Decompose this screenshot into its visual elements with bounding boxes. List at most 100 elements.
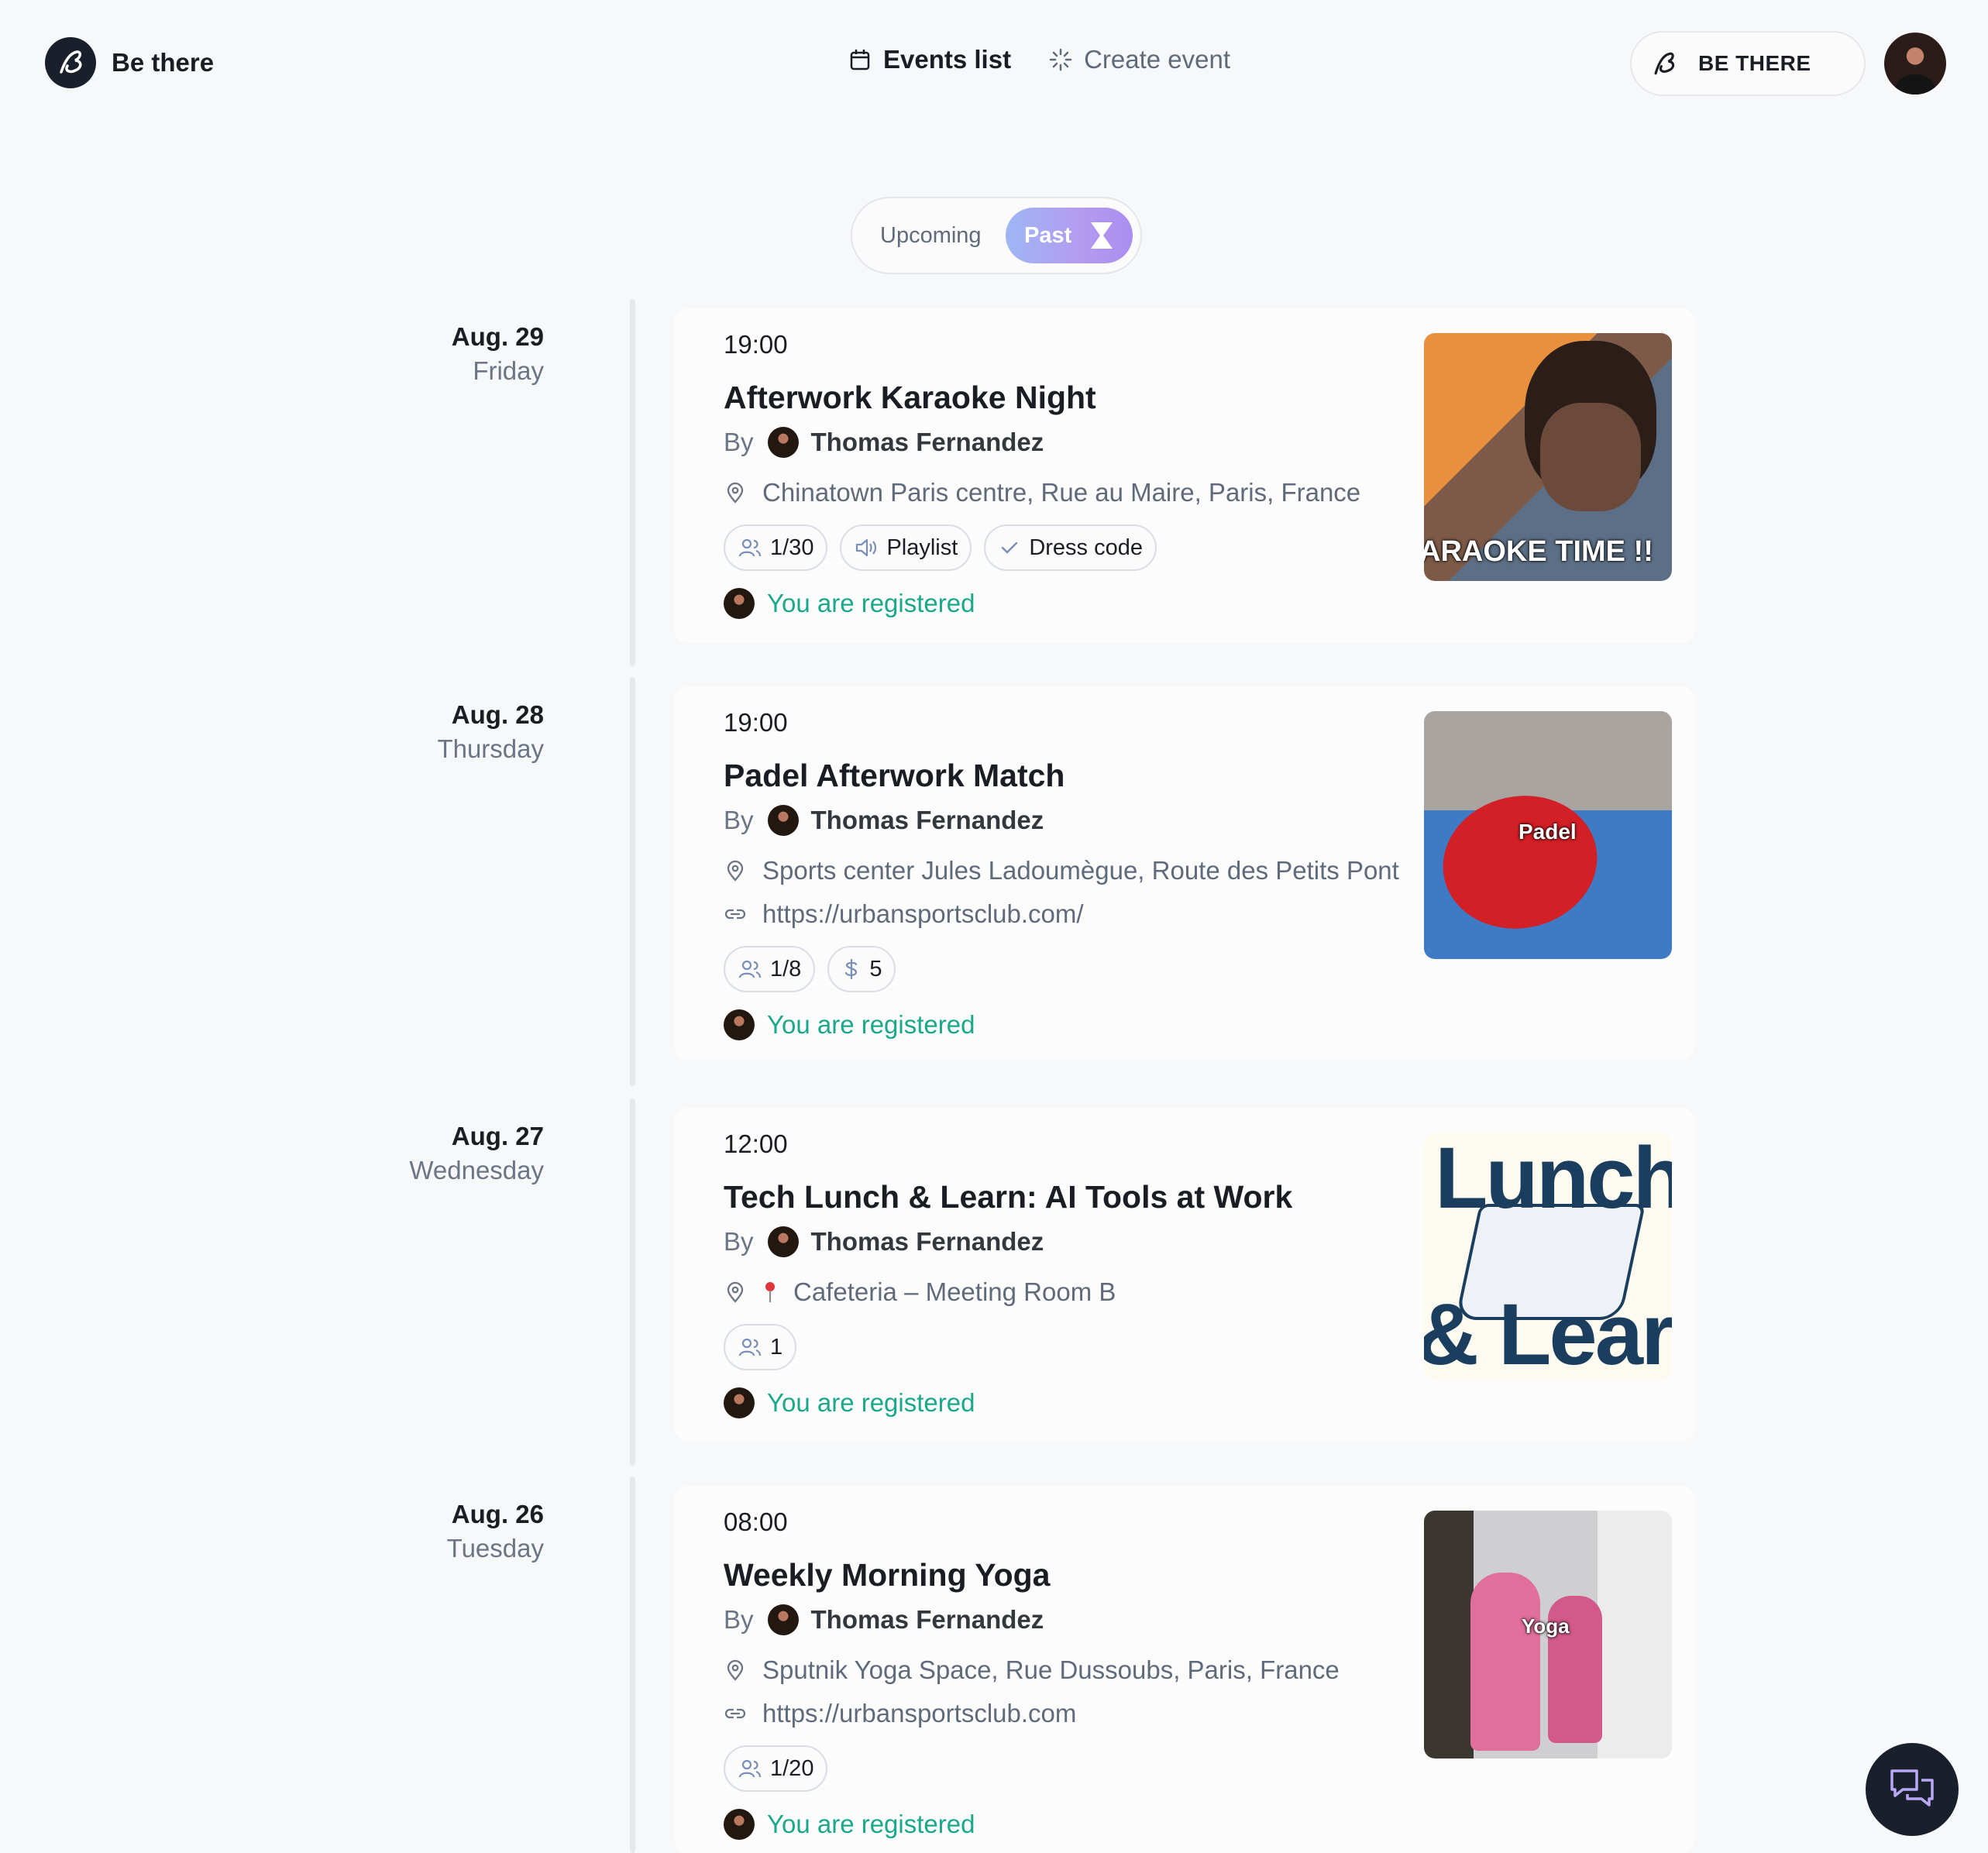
attendees-count: 1/20	[770, 1755, 814, 1781]
event-title[interactable]: Weekly Morning Yoga	[724, 1557, 1340, 1593]
users-icon	[738, 1759, 762, 1778]
yoga-image: Yoga	[1424, 1511, 1672, 1758]
registered-avatar	[724, 1009, 755, 1040]
host-name: Thomas Fernandez	[810, 428, 1044, 456]
event-time: 12:00	[724, 1129, 788, 1158]
by-label: By	[724, 806, 754, 834]
event-date: Aug. 26 Tuesday	[311, 1500, 544, 1563]
nav-create-event-label: Create event	[1084, 45, 1231, 74]
host-avatar	[767, 427, 799, 458]
event-location: Chinatown Paris centre, Rue au Maire, Pa…	[724, 478, 1360, 507]
toggle-past[interactable]: Past	[1006, 208, 1133, 263]
image-caption: Yoga	[1522, 1614, 1570, 1638]
event-date: Aug. 27 Wednesday	[311, 1122, 544, 1185]
sparkle-icon	[1049, 48, 1072, 71]
event-date-label: Aug. 29	[451, 322, 544, 351]
timeline-segment	[630, 677, 635, 1086]
brand-name: Be there	[112, 48, 215, 77]
registration-status: You are registered	[724, 588, 1360, 619]
event-date: Aug. 29 Friday	[311, 322, 544, 386]
by-label: By	[724, 1605, 754, 1634]
event-host: By Thomas Fernandez	[724, 427, 1360, 458]
event-host: By Thomas Fernandez	[724, 1226, 1292, 1257]
event-date: Aug. 28 Thursday	[311, 700, 544, 764]
location-pin-icon	[727, 482, 744, 504]
attendees-chip: 1/30	[724, 524, 828, 571]
workspace-name: BE THERE	[1698, 51, 1811, 75]
nav-create-event[interactable]: Create event	[1048, 45, 1230, 74]
event-link[interactable]: https://urbansportsclub.com/	[724, 899, 1399, 929]
host-name: Thomas Fernandez	[810, 806, 1044, 834]
users-icon	[738, 960, 762, 978]
chat-button[interactable]	[1866, 1743, 1959, 1836]
event-title[interactable]: Tech Lunch & Learn: AI Tools at Work	[724, 1179, 1292, 1215]
attendees-count: 1	[770, 1334, 783, 1360]
attendees-count: 1/30	[770, 535, 814, 560]
host-avatar	[767, 1226, 799, 1257]
attendees-chip: 1/8	[724, 946, 816, 992]
location-text: Cafeteria – Meeting Room B	[793, 1277, 1116, 1306]
event-card[interactable]: 12:00 Tech Lunch & Learn: AI Tools at Wo…	[674, 1108, 1695, 1441]
price-chip: 5	[827, 946, 896, 992]
brand-home-link[interactable]: Be there	[45, 37, 214, 88]
events-period-toggle: Upcoming Past	[851, 197, 1142, 274]
event-date-label: Aug. 27	[451, 1122, 544, 1150]
image-caption-top: Lunch	[1435, 1133, 1672, 1226]
event-card[interactable]: 08:00 Weekly Morning Yoga By Thomas Fern…	[674, 1486, 1695, 1853]
nav-events-list[interactable]: Events list	[848, 45, 1011, 74]
event-location: Cafeteria – Meeting Room B	[724, 1277, 1292, 1307]
playlist-chip[interactable]: Playlist	[840, 524, 972, 571]
logo-icon	[1654, 52, 1675, 75]
attendees-chip: 1/20	[724, 1745, 828, 1792]
main-nav: Events list Create event	[848, 45, 1230, 74]
event-location: Sports center Jules Ladoumègue, Route de…	[724, 856, 1399, 885]
event-weekday: Tuesday	[446, 1534, 544, 1563]
dress-code-label: Dress code	[1029, 535, 1143, 560]
link-icon	[724, 1708, 746, 1719]
nav-events-list-label: Events list	[883, 45, 1012, 74]
registration-status: You are registered	[724, 1009, 1399, 1040]
event-date-label: Aug. 28	[451, 700, 544, 729]
by-label: By	[724, 428, 754, 456]
event-date-label: Aug. 26	[451, 1500, 544, 1528]
event-link[interactable]: https://urbansportsclub.com	[724, 1699, 1340, 1728]
hourglass-icon	[1091, 222, 1113, 249]
registered-avatar	[724, 1809, 755, 1840]
user-avatar[interactable]	[1884, 33, 1946, 95]
speaker-icon	[856, 538, 877, 557]
event-weekday: Thursday	[437, 734, 544, 763]
toggle-past-label: Past	[1024, 222, 1072, 248]
location-text: Sputnik Yoga Space, Rue Dussoubs, Paris,…	[762, 1655, 1340, 1684]
timeline-segment	[630, 1477, 635, 1853]
registration-status-text: You are registered	[767, 1388, 975, 1417]
link-text[interactable]: https://urbansportsclub.com/	[762, 899, 1084, 929]
event-location: Sputnik Yoga Space, Rue Dussoubs, Paris,…	[724, 1655, 1340, 1685]
host-avatar	[767, 1604, 799, 1635]
event-chips: 1/30 Playlist Dress code	[724, 524, 1360, 571]
link-text[interactable]: https://urbansportsclub.com	[762, 1699, 1076, 1728]
event-card[interactable]: 19:00 Padel Afterwork Match By Thomas Fe…	[674, 686, 1695, 1060]
padel-image: Padel	[1424, 711, 1672, 959]
image-caption: ARAOKE TIME !!	[1424, 535, 1653, 568]
event-chips: 1/8 5	[724, 946, 1399, 992]
image-caption-bottom: & Learn	[1424, 1286, 1672, 1380]
timeline-segment	[630, 1098, 635, 1466]
event-host: By Thomas Fernandez	[724, 1604, 1340, 1635]
registration-status-text: You are registered	[767, 1010, 975, 1039]
event-time: 19:00	[724, 708, 788, 737]
event-card[interactable]: 19:00 Afterwork Karaoke Night By Thomas …	[674, 308, 1695, 643]
attendees-count: 1/8	[770, 956, 802, 982]
event-title[interactable]: Afterwork Karaoke Night	[724, 380, 1360, 416]
host-name: Thomas Fernandez	[810, 1227, 1044, 1256]
event-chips: 1	[724, 1324, 1292, 1370]
event-weekday: Wednesday	[409, 1156, 544, 1184]
dress-code-chip[interactable]: Dress code	[984, 524, 1157, 571]
event-time: 08:00	[724, 1507, 788, 1536]
users-icon	[738, 1338, 762, 1356]
toggle-upcoming[interactable]: Upcoming	[880, 223, 982, 249]
playlist-label: Playlist	[886, 535, 958, 560]
event-title[interactable]: Padel Afterwork Match	[724, 758, 1399, 794]
host-avatar	[767, 805, 799, 836]
timeline-segment	[630, 299, 635, 666]
workspace-switcher[interactable]: BE THERE	[1630, 31, 1866, 96]
